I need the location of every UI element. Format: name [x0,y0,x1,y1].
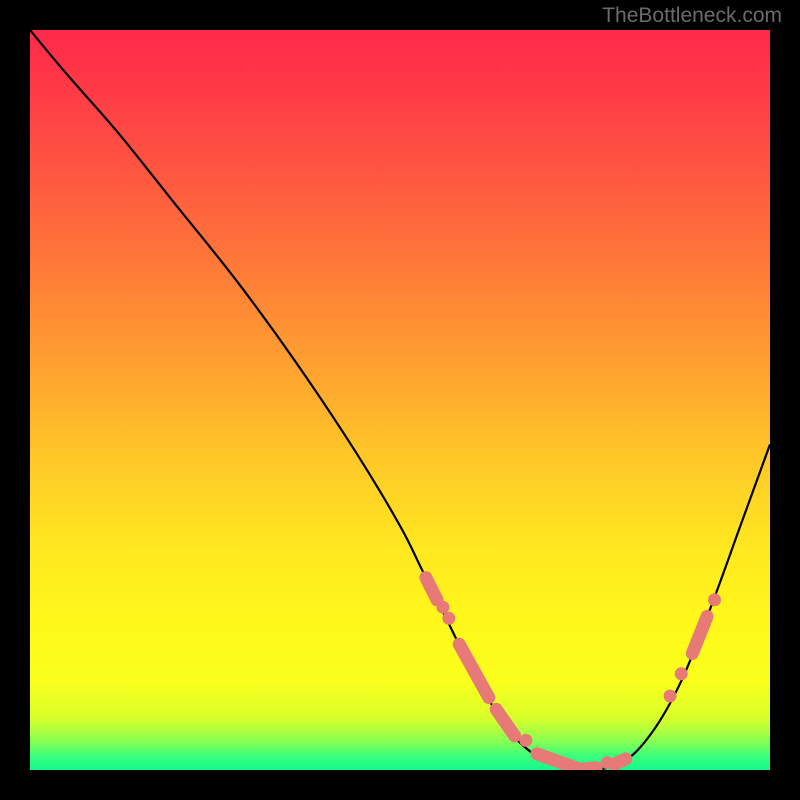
curve-marker-dot [675,667,688,680]
curve-marker-dot [436,601,449,614]
curve-marker-pill [606,750,634,770]
chart-svg [30,30,770,770]
chart-plot-area [30,30,770,770]
curve-marker-dot [442,612,455,625]
curve-markers [417,569,721,770]
watermark-text: TheBottleneck.com [602,4,782,28]
curve-marker-pill [684,608,716,662]
curve-marker-dot [519,734,532,747]
bottleneck-curve-line [30,30,770,770]
curve-marker-pill [487,700,524,745]
curve-marker-dot [708,593,721,606]
curve-marker-pill [450,635,497,706]
curve-marker-dot [664,690,677,703]
